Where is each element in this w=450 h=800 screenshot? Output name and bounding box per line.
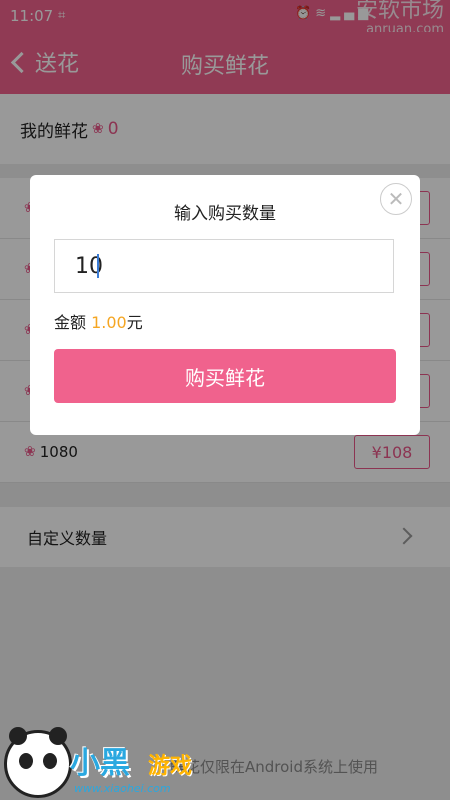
watermark-brand-2: 游戏 <box>148 754 193 779</box>
close-icon: ✕ <box>387 187 405 211</box>
amount-value: 1.00 <box>91 313 127 332</box>
watermark-bottom: 小黑 游戏 www.xiaohei.com <box>0 720 210 800</box>
buy-flowers-button[interactable]: 购买鲜花 <box>54 349 396 403</box>
watermark-brand: 小黑 <box>70 746 130 781</box>
quantity-dialog: 输入购买数量 ✕ 金额 1.00元 购买鲜花 <box>30 175 420 435</box>
quantity-input[interactable] <box>54 239 394 293</box>
amount-unit: 元 <box>126 313 143 332</box>
text-cursor <box>97 254 99 278</box>
dialog-title: 输入购买数量 <box>174 204 276 224</box>
amount-line: 金额 1.00元 <box>54 309 143 333</box>
close-button[interactable]: ✕ <box>380 183 412 215</box>
amount-label: 金额 <box>54 313 87 332</box>
panda-logo-icon <box>4 727 72 798</box>
watermark-url: www.xiaohei.com <box>74 782 171 795</box>
